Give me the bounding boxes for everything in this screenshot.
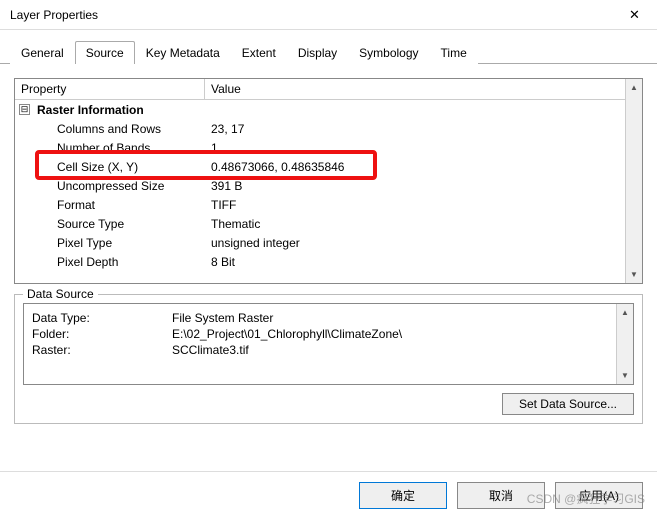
table-row: Source TypeThematic [15, 214, 625, 233]
ds-label: Data Type: [32, 310, 172, 326]
tab-time[interactable]: Time [430, 41, 478, 64]
table-row: Columns and Rows23, 17 [15, 119, 625, 138]
prop-value: 1 [205, 141, 625, 155]
tab-key-metadata[interactable]: Key Metadata [135, 41, 231, 64]
table-row: Uncompressed Size391 B [15, 176, 625, 195]
ds-value: SCClimate3.tif [172, 342, 402, 358]
prop-value: TIFF [205, 198, 625, 212]
scroll-down-icon[interactable]: ▼ [626, 266, 642, 283]
ds-value: E:\02_Project\01_Chlorophyll\ClimateZone… [172, 326, 402, 342]
prop-label: Pixel Depth [15, 255, 205, 269]
prop-value: 8 Bit [205, 255, 625, 269]
property-grid: Property Value ⊟ Raster Information Colu… [14, 78, 643, 284]
ds-label: Folder: [32, 326, 172, 342]
scroll-up-icon[interactable]: ▲ [626, 79, 642, 96]
tab-extent[interactable]: Extent [231, 41, 287, 64]
source-panel: Property Value ⊟ Raster Information Colu… [0, 64, 657, 438]
tab-display[interactable]: Display [287, 41, 348, 64]
titlebar: Layer Properties ✕ [0, 0, 657, 30]
prop-label: Number of Bands [15, 141, 205, 155]
prop-label: Columns and Rows [15, 122, 205, 136]
tabs: General Source Key Metadata Extent Displ… [0, 30, 657, 64]
dialog-footer: 确定 取消 应用(A) [0, 471, 657, 519]
header-value: Value [205, 79, 625, 99]
tab-source[interactable]: Source [75, 41, 135, 64]
data-source-box: Data Type: Folder: Raster: File System R… [23, 303, 634, 385]
scroll-up-icon[interactable]: ▲ [617, 304, 633, 321]
close-button[interactable]: ✕ [612, 0, 657, 30]
ds-label: Raster: [32, 342, 172, 358]
prop-value: 391 B [205, 179, 625, 193]
tab-general[interactable]: General [10, 41, 75, 64]
ds-value: File System Raster [172, 310, 402, 326]
scroll-down-icon[interactable]: ▼ [617, 367, 633, 384]
prop-value: unsigned integer [205, 236, 625, 250]
prop-value: 0.48673066, 0.48635846 [205, 160, 625, 174]
collapse-icon[interactable]: ⊟ [19, 104, 30, 115]
table-row: FormatTIFF [15, 195, 625, 214]
table-row: Pixel Typeunsigned integer [15, 233, 625, 252]
prop-label: Format [15, 198, 205, 212]
data-source-fieldset: Data Source Data Type: Folder: Raster: F… [14, 294, 643, 424]
window-title: Layer Properties [10, 8, 98, 22]
ds-scrollbar[interactable]: ▲ ▼ [616, 304, 633, 384]
grid-header: Property Value [15, 79, 625, 100]
table-row: Cell Size (X, Y)0.48673066, 0.48635846 [15, 157, 625, 176]
group-label: Raster Information [15, 103, 205, 117]
fieldset-legend: Data Source [23, 287, 98, 301]
apply-button[interactable]: 应用(A) [555, 482, 643, 509]
grid-scrollbar[interactable]: ▲ ▼ [625, 79, 642, 283]
prop-label: Cell Size (X, Y) [15, 160, 205, 174]
prop-label: Uncompressed Size [15, 179, 205, 193]
table-row: Pixel Depth8 Bit [15, 252, 625, 271]
close-icon: ✕ [629, 7, 640, 23]
prop-label: Source Type [15, 217, 205, 231]
table-row: Number of Bands1 [15, 138, 625, 157]
prop-value: 23, 17 [205, 122, 625, 136]
group-raster-information[interactable]: ⊟ Raster Information [15, 100, 625, 119]
prop-label: Pixel Type [15, 236, 205, 250]
ok-button[interactable]: 确定 [359, 482, 447, 509]
tab-symbology[interactable]: Symbology [348, 41, 429, 64]
cancel-button[interactable]: 取消 [457, 482, 545, 509]
set-data-source-button[interactable]: Set Data Source... [502, 393, 634, 415]
header-property: Property [15, 79, 205, 99]
prop-value: Thematic [205, 217, 625, 231]
